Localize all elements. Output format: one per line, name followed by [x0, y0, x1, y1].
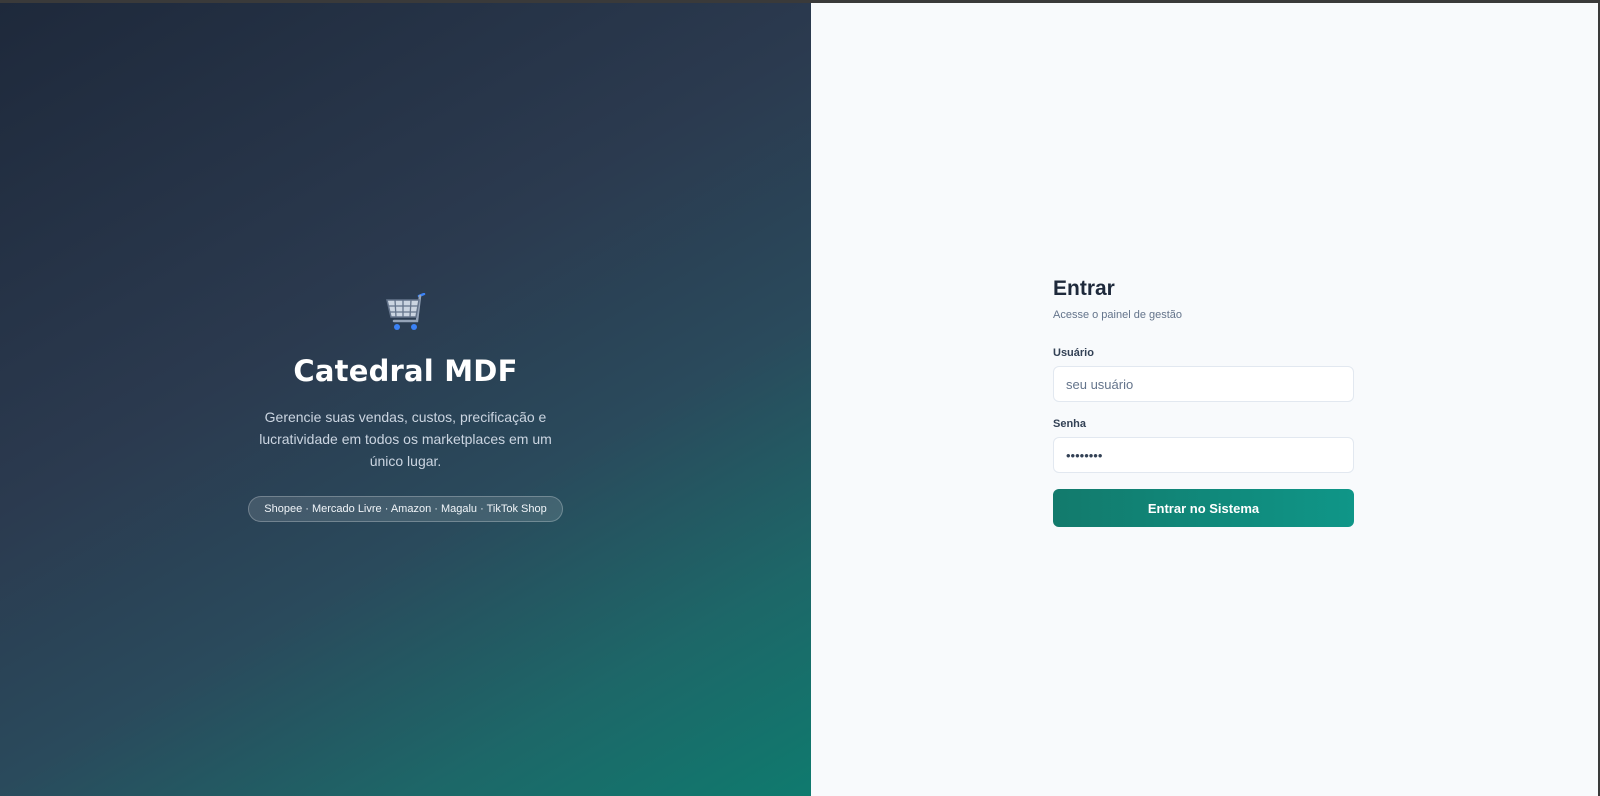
login-form: Entrar Acesse o painel de gestão Usuário…: [1053, 277, 1354, 527]
brand-description: Gerencie suas vendas, custos, precificaç…: [259, 409, 552, 469]
login-panel: Entrar Acesse o painel de gestão Usuário…: [811, 3, 1598, 796]
login-subtitle: Acesse o painel de gestão: [1053, 309, 1183, 321]
login-submit-button[interactable]: Entrar no Sistema: [1053, 489, 1354, 527]
shopping-cart-icon: [383, 292, 429, 335]
username-label: Usuário: [1053, 347, 1094, 359]
brand-hero-panel: Catedral MDF Gerencie suas vendas, custo…: [0, 3, 811, 796]
password-label: Senha: [1053, 418, 1087, 430]
brand-hero-content: Catedral MDF Gerencie suas vendas, custo…: [0, 292, 811, 522]
login-title: Entrar: [1053, 277, 1115, 300]
username-input[interactable]: [1053, 366, 1354, 402]
login-page: Catedral MDF Gerencie suas vendas, custo…: [0, 3, 1598, 796]
marketplaces-badge: Shopee · Mercado Livre · Amazon · Magalu…: [248, 496, 563, 522]
password-input[interactable]: [1053, 437, 1354, 473]
brand-title: Catedral MDF: [293, 354, 518, 388]
